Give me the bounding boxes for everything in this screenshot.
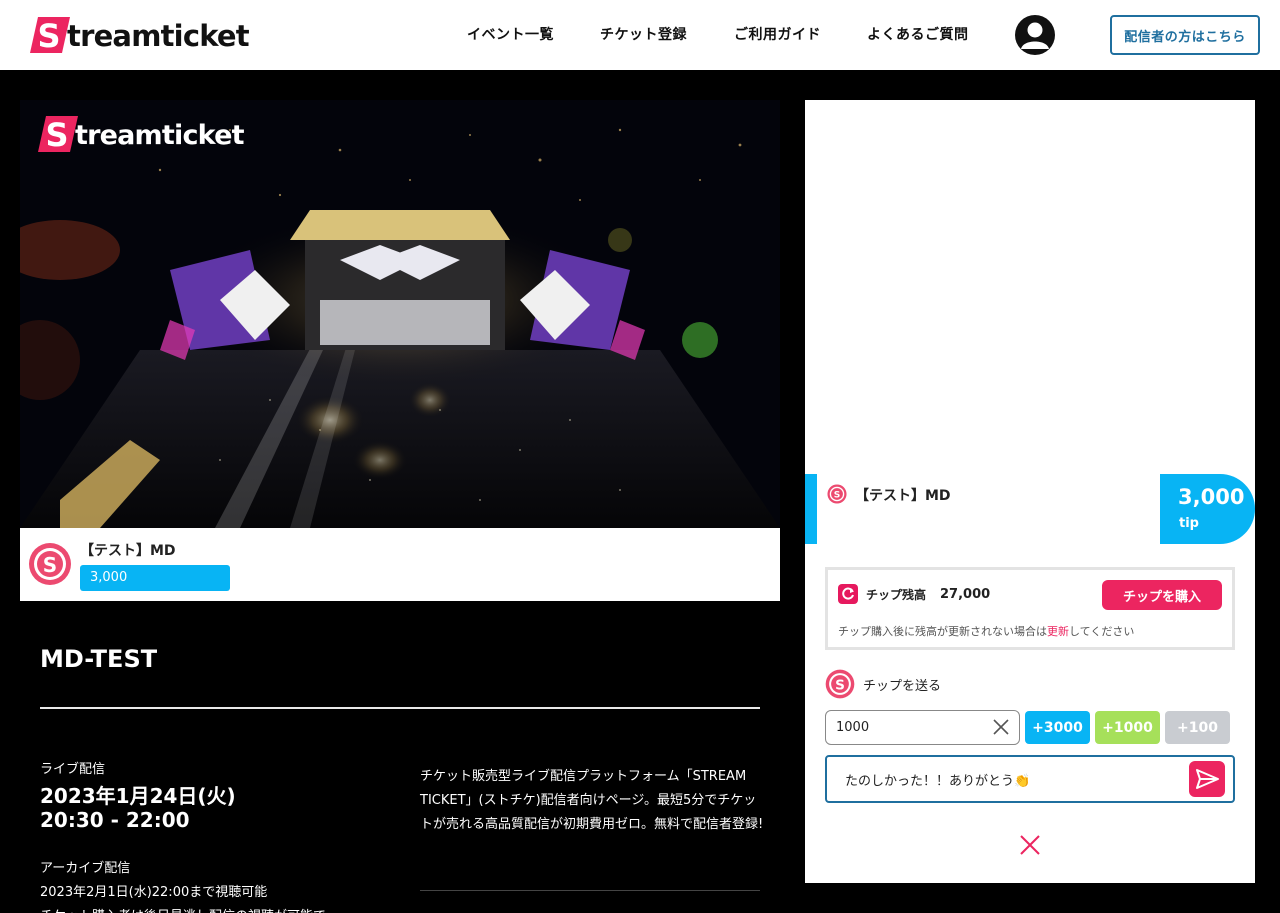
close-icon[interactable]	[1019, 834, 1041, 856]
video-logo-wordmark: treamticket	[75, 119, 245, 151]
svg-text:S: S	[835, 677, 845, 693]
send-tip-label: チップを送る	[863, 679, 942, 694]
balance-note-text-end: してください	[1069, 625, 1135, 638]
tipper-badge-icon: S	[827, 484, 847, 504]
svg-text:S: S	[37, 17, 60, 55]
tipper-badge-icon: S	[28, 542, 72, 586]
tip-message-accent	[805, 474, 817, 544]
live-date: 2023年1月24日(火)	[40, 784, 236, 808]
event-description: チケット販売型ライブ配信プラットフォーム「STREAM TICKET」(ストチケ…	[420, 769, 764, 832]
site-logo[interactable]: S treamticket	[30, 14, 250, 56]
tip-message-amount-badge: 3,000 tip	[1160, 474, 1255, 544]
send-tip-badge-icon: S	[825, 669, 855, 699]
tip-amount-badge: 3,000	[80, 565, 230, 591]
refresh-link[interactable]: 更新	[1047, 625, 1069, 638]
tip-message-field[interactable]: たのしかった！！ありがとう👏	[825, 755, 1235, 803]
video-watermark-logo: S treamticket	[38, 114, 245, 154]
streamer-cta-button[interactable]: 配信者の方はこちら	[1110, 15, 1260, 55]
video-player[interactable]: S treamticket	[20, 100, 780, 528]
add-3000-button[interactable]: +3000	[1025, 711, 1090, 744]
site-header: S treamticket イベント一覧 チケット登録 ご利用ガイド よくあるご…	[0, 0, 1280, 70]
tip-message: S 【テスト】MD 3,000 tip	[805, 474, 1255, 544]
balance-note-text: チップ購入後に残高が更新されない場合は	[838, 625, 1047, 638]
live-time: 20:30 - 22:00	[40, 808, 190, 832]
concert-stage-image	[20, 100, 780, 528]
title-divider	[40, 707, 760, 709]
tip-message-amount: 3,000	[1178, 485, 1245, 509]
tip-message-unit: tip	[1179, 516, 1199, 531]
nav-ticket-register[interactable]: チケット登録	[600, 24, 687, 44]
archive-note: チケット購入者は後日見逃し配信の視聴が可能で	[40, 905, 326, 913]
tipper-name: 【テスト】MD	[80, 543, 176, 559]
paper-plane-icon	[1196, 769, 1219, 789]
tip-balance-box: チップ残高 27,000 チップを購入 チップ購入後に残高が更新されない場合は更…	[825, 567, 1235, 650]
send-tip-button[interactable]	[1189, 761, 1225, 797]
add-100-button[interactable]: +100	[1165, 711, 1230, 744]
tip-amount-input[interactable]: 1000	[825, 710, 1020, 745]
nav-event-list[interactable]: イベント一覧	[467, 24, 554, 44]
archive-availability: 2023年2月1日(水)22:00まで視聴可能	[40, 885, 268, 900]
svg-text:S: S	[834, 491, 841, 501]
nav-usage-guide[interactable]: ご利用ガイド	[734, 24, 821, 44]
live-label: ライブ配信	[40, 762, 106, 777]
svg-text:S: S	[45, 116, 68, 154]
tip-message-name: 【テスト】MD	[855, 488, 951, 504]
user-account-icon[interactable]	[1015, 15, 1055, 55]
event-title: MD-TEST	[40, 645, 158, 673]
description-divider	[420, 890, 760, 891]
tip-highlight-bar: S 【テスト】MD 3,000	[20, 528, 780, 601]
logo-s-mark-icon: S	[38, 114, 78, 154]
clear-input-icon[interactable]	[992, 718, 1010, 736]
logo-s-mark-icon: S	[30, 15, 70, 55]
balance-value: 27,000	[940, 587, 991, 602]
add-1000-button[interactable]: +1000	[1095, 711, 1160, 744]
archive-label: アーカイブ配信	[40, 861, 131, 876]
balance-label: チップ残高	[866, 588, 927, 602]
svg-text:S: S	[43, 553, 57, 577]
refresh-icon[interactable]	[838, 584, 858, 604]
buy-tip-button[interactable]: チップを購入	[1102, 580, 1222, 610]
tip-panel: S 【テスト】MD 3,000 tip チップ残高 27,000 チップを購入 …	[805, 100, 1255, 883]
balance-note: チップ購入後に残高が更新されない場合は更新してください	[838, 623, 1134, 639]
logo-wordmark: treamticket	[67, 19, 250, 53]
tip-message-text: たのしかった！！ありがとう👏	[845, 774, 1031, 789]
nav-faq[interactable]: よくあるご質問	[867, 24, 969, 44]
